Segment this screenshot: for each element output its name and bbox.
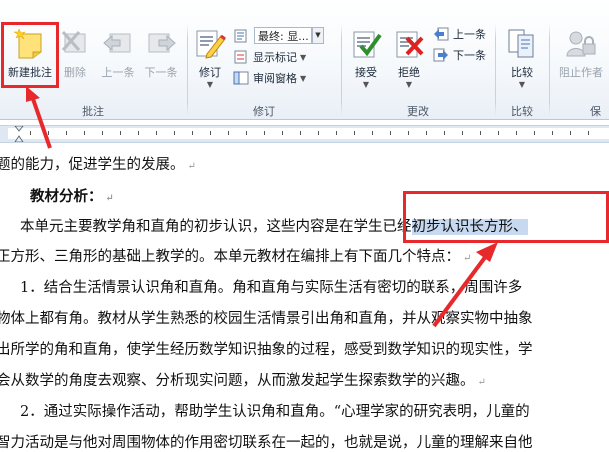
text-line: 会从数学的角度去观察、分析现实问题，从而激发起学生探索数学的兴趣。 ↵ bbox=[0, 373, 486, 389]
ruler-tick bbox=[408, 131, 409, 135]
next-change-label: 下一条 bbox=[453, 49, 486, 62]
ruler-tick bbox=[282, 131, 283, 135]
annotation-arrow-icon bbox=[432, 242, 498, 328]
ruler-tick bbox=[138, 131, 139, 135]
text-line: 出所学的角和直角，使学生经历数学知识抽象的过程，感受到数学知识的现实性，学 bbox=[0, 342, 533, 358]
annotation-box-new-comment bbox=[1, 22, 59, 88]
previous-comment-button[interactable]: 上一条 bbox=[96, 0, 140, 92]
next-comment-label: 下一条 bbox=[144, 66, 178, 79]
ruler-tick bbox=[480, 131, 481, 135]
ruler-tick bbox=[444, 131, 445, 135]
display-mode-row bbox=[233, 26, 253, 46]
show-markup-button[interactable]: 显示标记 ▼ bbox=[233, 47, 306, 67]
previous-comment-label: 上一条 bbox=[101, 66, 135, 79]
display-mode-dropdown-icon[interactable]: ▼ bbox=[312, 27, 324, 44]
horizontal-ruler[interactable] bbox=[0, 125, 609, 143]
paragraph-mark: ↵ bbox=[105, 193, 114, 204]
paragraph-mark: ↵ bbox=[477, 377, 486, 388]
text-line: 题的能力，促进学生的发展。 ↵ bbox=[0, 157, 196, 173]
ruler-tick bbox=[246, 131, 247, 135]
display-for-review-icon bbox=[234, 29, 247, 43]
tracking-group-label: 修订 bbox=[253, 105, 275, 118]
ruler-tick bbox=[372, 131, 373, 135]
block-authors-label: 阻止作者 bbox=[559, 66, 603, 79]
display-mode-select[interactable]: 最终: 显... bbox=[254, 27, 312, 44]
next-comment-button[interactable]: 下一条 bbox=[140, 0, 182, 92]
document-page[interactable]: 题的能力，促进学生的发展。 ↵ 教材分析： ↵ 本单元主要教学角和直角的初步认识，这… bbox=[0, 143, 609, 451]
ruler-tick bbox=[336, 131, 337, 135]
ruler-tick bbox=[192, 131, 193, 135]
block-authors-button[interactable]: 阻止作者 bbox=[553, 0, 609, 92]
ruler-tick bbox=[354, 131, 355, 135]
section-heading: 教材分析： ↵ bbox=[30, 188, 114, 205]
previous-comment-icon bbox=[103, 33, 131, 53]
chevron-down-icon: ▼ bbox=[518, 80, 526, 89]
show-markup-label: 显示标记 bbox=[253, 51, 297, 64]
changes-group-label: 更改 bbox=[407, 105, 429, 118]
track-changes-button[interactable]: 修订 ▼ bbox=[192, 0, 228, 92]
ruler-tick bbox=[390, 131, 391, 135]
ruler-tick bbox=[66, 131, 67, 135]
protect-group-label: 保 bbox=[590, 105, 601, 118]
reject-button[interactable]: 拒绝 ▼ bbox=[389, 0, 429, 92]
compare-group-label: 比较 bbox=[511, 105, 533, 118]
reject-label: 拒绝 bbox=[398, 66, 420, 79]
reviewing-pane-button[interactable]: 审阅窗格 ▼ bbox=[233, 68, 306, 88]
previous-change-icon bbox=[434, 27, 449, 41]
reject-icon bbox=[396, 31, 424, 58]
show-markup-icon bbox=[234, 50, 247, 64]
group-separator bbox=[549, 24, 550, 116]
ruler-tick bbox=[120, 131, 121, 135]
next-change-button[interactable]: 下一条 bbox=[433, 45, 486, 65]
ruler-text-area bbox=[8, 128, 609, 139]
ruler-tick bbox=[300, 131, 301, 135]
compare-label: 比较 bbox=[511, 66, 533, 79]
chevron-down-icon: ▼ bbox=[300, 73, 307, 83]
ruler-tick bbox=[552, 131, 553, 135]
ruler-tick bbox=[174, 131, 175, 135]
reviewing-pane-icon bbox=[233, 71, 249, 85]
ruler-tick bbox=[588, 131, 589, 135]
ruler-tick bbox=[516, 131, 517, 135]
annotation-box-selection bbox=[403, 191, 609, 243]
ruler-tick bbox=[102, 131, 103, 135]
next-change-icon bbox=[433, 48, 448, 62]
ruler-tick bbox=[84, 131, 85, 135]
ruler-tick bbox=[462, 131, 463, 135]
ruler-tick bbox=[156, 131, 157, 135]
ruler-tick bbox=[264, 131, 265, 135]
compare-icon bbox=[508, 29, 534, 58]
ruler-tick bbox=[534, 131, 535, 135]
chevron-down-icon: ▼ bbox=[362, 80, 370, 89]
reviewing-pane-label: 审阅窗格 bbox=[253, 72, 297, 85]
ruler-tick bbox=[570, 131, 571, 135]
accept-icon bbox=[353, 31, 382, 58]
text-line: 2．通过实际操作活动，帮助学生认识角和直角。“心理学家的研究表明，儿童的 bbox=[20, 404, 530, 420]
ruler-tick bbox=[210, 131, 211, 135]
text-line: 正方形、三角形的基础上教学的。本单元教材在编排上有下面几个特点： ↵ bbox=[0, 249, 472, 265]
compare-button[interactable]: 比较 ▼ bbox=[502, 0, 542, 92]
track-changes-icon bbox=[196, 30, 226, 59]
delete-comment-icon bbox=[61, 31, 86, 53]
paragraph-mark: ↵ bbox=[187, 161, 196, 172]
delete-comment-button[interactable]: 删除 bbox=[58, 0, 92, 92]
text-line: 智力活动是与他对周围物体的作用密切联系在一起的，也就是说，儿童的理解来自他 bbox=[0, 435, 533, 451]
block-authors-icon bbox=[566, 31, 596, 57]
chevron-down-icon: ▼ bbox=[300, 52, 307, 62]
ruler-tick bbox=[318, 131, 319, 135]
next-comment-icon bbox=[148, 33, 176, 53]
annotation-arrow-icon bbox=[26, 86, 52, 149]
accept-button[interactable]: 接受 ▼ bbox=[346, 0, 386, 92]
accept-label: 接受 bbox=[355, 66, 377, 79]
review-ribbon: 新建批注 删除 上一条 下一条 批注 修订 ▼ 最终: 显... ▼ 显示标记 … bbox=[0, 0, 609, 120]
delete-comment-label: 删除 bbox=[64, 66, 86, 79]
ruler-tick bbox=[498, 131, 499, 135]
ruler-tick bbox=[426, 131, 427, 135]
chevron-down-icon: ▼ bbox=[206, 80, 214, 89]
previous-change-button[interactable]: 上一条 bbox=[433, 24, 486, 44]
previous-change-label: 上一条 bbox=[453, 28, 486, 41]
track-changes-label: 修订 bbox=[199, 66, 221, 79]
ruler-tick bbox=[228, 131, 229, 135]
chevron-down-icon: ▼ bbox=[405, 80, 413, 89]
